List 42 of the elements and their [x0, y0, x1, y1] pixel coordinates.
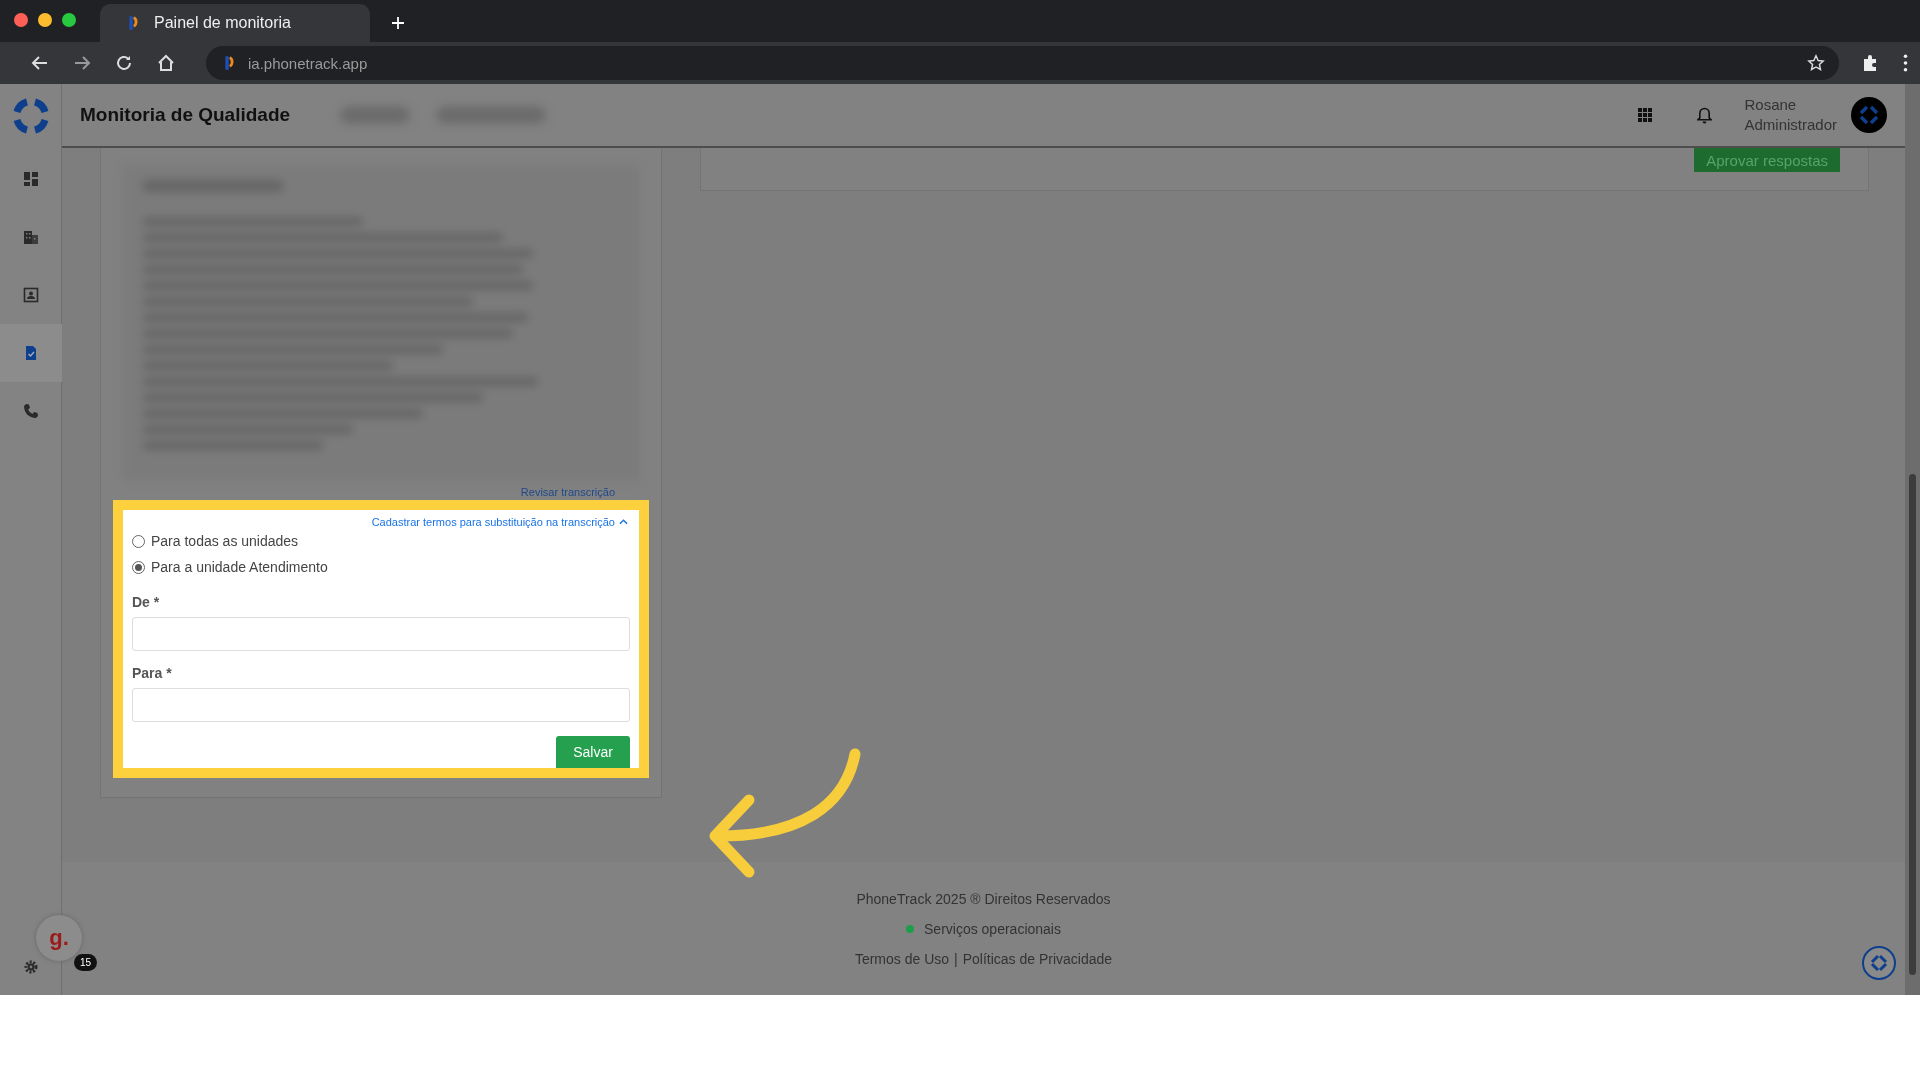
building-icon [22, 229, 39, 245]
bookmark-star-icon[interactable] [1807, 54, 1825, 72]
dashboard-icon [22, 171, 39, 187]
notification-bell-icon[interactable] [1697, 106, 1713, 124]
minimize-window-button[interactable] [38, 13, 52, 27]
input-field[interactable] [132, 617, 630, 651]
scrollbar[interactable] [1905, 84, 1920, 995]
radio-option[interactable]: Para todas as unidades [132, 528, 303, 554]
input-field[interactable] [132, 688, 630, 722]
support-widget-icon[interactable] [1861, 945, 1897, 981]
separator-text: | [954, 950, 958, 967]
apps-grid-icon[interactable] [1638, 107, 1654, 123]
user-role: Administrador [1744, 115, 1837, 135]
reload-icon[interactable] [114, 53, 134, 73]
register-terms-toggle-link[interactable]: Cadastrar termos para substituição na transcrição [371, 516, 628, 528]
field-label: Para * [132, 665, 172, 681]
field-label: De * [132, 594, 160, 610]
chevron-icon [619, 519, 628, 525]
address-bar[interactable]: ia.phonetrack.app [206, 46, 1839, 80]
home-icon[interactable] [156, 53, 176, 73]
sidebar-item[interactable] [0, 324, 62, 382]
radio-button[interactable] [132, 560, 145, 574]
maximize-window-button[interactable] [62, 13, 76, 27]
user-name: Rosane [1744, 95, 1798, 115]
contact-card-icon [22, 287, 39, 303]
phone-icon [22, 403, 39, 419]
save-button[interactable]: Salvar [556, 736, 630, 768]
settings-icon[interactable] [22, 959, 39, 975]
browser-menu-icon[interactable] [1903, 54, 1908, 72]
privacy-link[interactable]: Políticas de Privacidade [962, 950, 1113, 967]
status-text: Serviços operacionais [924, 920, 1061, 937]
close-window-button[interactable] [14, 13, 28, 27]
user-avatar-icon[interactable] [1851, 97, 1887, 133]
review-transcription-link[interactable]: Revisar transcrição [520, 486, 615, 498]
new-tab-icon[interactable] [390, 15, 406, 31]
approve-responses-button[interactable]: Aprovar respostas [1694, 148, 1840, 172]
copyright-text: PhoneTrack 2025 ® Direitos Reservados [856, 890, 1111, 907]
page-title: Monitoria de Qualidade [80, 104, 291, 126]
terms-link[interactable]: Termos de Uso [854, 950, 950, 967]
radio-button[interactable] [132, 534, 145, 548]
browser-tab[interactable]: Painel de monitoria [100, 4, 370, 42]
radio-option[interactable]: Para a unidade Atendimento [132, 554, 332, 580]
